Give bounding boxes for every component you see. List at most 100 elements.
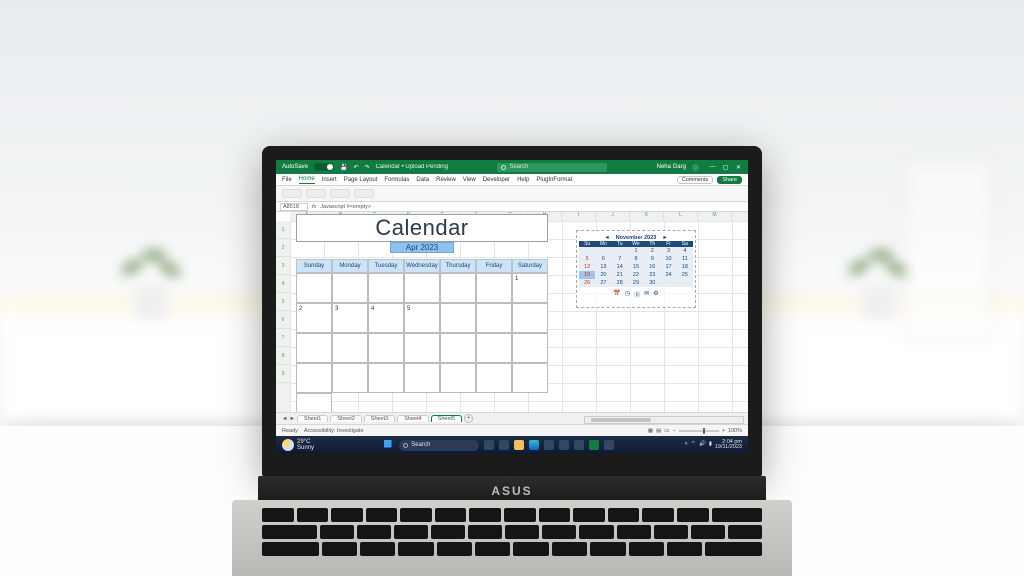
- date-picker-day[interactable]: 24: [660, 271, 676, 279]
- calendar-cell[interactable]: 4: [368, 303, 404, 333]
- sheet-tab[interactable]: Sheet4: [397, 415, 428, 422]
- zoom-level[interactable]: 100%: [728, 428, 742, 434]
- sheet-nav-prev[interactable]: ◄: [282, 416, 287, 422]
- column-header[interactable]: M: [698, 212, 732, 221]
- share-button[interactable]: Share: [717, 176, 742, 184]
- date-picker-day[interactable]: [677, 279, 693, 287]
- row-header[interactable]: 7: [276, 329, 290, 347]
- date-picker-day[interactable]: 12: [579, 263, 595, 271]
- date-picker-control-icon[interactable]: 📅: [613, 290, 620, 299]
- calendar-cell[interactable]: 3: [332, 303, 368, 333]
- view-normal-icon[interactable]: ▦: [648, 428, 653, 434]
- calendar-cell[interactable]: [440, 363, 476, 393]
- calendar-cell[interactable]: [476, 363, 512, 393]
- date-picker-day[interactable]: 13: [595, 263, 611, 271]
- sheet-tab[interactable]: Sheet1: [297, 415, 328, 422]
- date-picker-day[interactable]: 4: [677, 247, 693, 255]
- calendar-cell[interactable]: [368, 363, 404, 393]
- comments-button[interactable]: Comments: [677, 176, 714, 184]
- user-name[interactable]: Neha Garg: [657, 164, 686, 170]
- tab-page-layout[interactable]: Page Layout: [344, 177, 378, 183]
- row-header[interactable]: 5: [276, 293, 290, 311]
- date-picker-day[interactable]: 3: [660, 247, 676, 255]
- calendar-cell[interactable]: [404, 333, 440, 363]
- column-header[interactable]: L: [664, 212, 698, 221]
- tab-plugin[interactable]: PlugInFormat: [536, 177, 572, 183]
- calendar-cell[interactable]: [404, 273, 440, 303]
- sheet-tab[interactable]: Sheet5: [431, 415, 462, 422]
- date-picker-day[interactable]: 2: [644, 247, 660, 255]
- date-picker-day[interactable]: [660, 279, 676, 287]
- date-picker-day[interactable]: 22: [628, 271, 644, 279]
- formula-text[interactable]: Javascript #<empty>: [320, 204, 371, 210]
- minimize-button[interactable]: —: [709, 164, 716, 171]
- tab-help[interactable]: Help: [517, 177, 529, 183]
- zoom-slider[interactable]: [679, 430, 719, 432]
- tab-developer[interactable]: Developer: [483, 177, 510, 183]
- taskbar-app-icon[interactable]: [574, 440, 584, 450]
- undo-icon[interactable]: ↶: [354, 164, 359, 171]
- date-picker-day[interactable]: 17: [660, 263, 676, 271]
- date-picker-day[interactable]: 21: [612, 271, 628, 279]
- taskbar-app-icon[interactable]: [604, 440, 614, 450]
- tray-volume-icon[interactable]: 🔊: [699, 442, 706, 448]
- date-picker-day[interactable]: 20: [595, 271, 611, 279]
- tab-insert[interactable]: Insert: [322, 177, 337, 183]
- calendar-cell[interactable]: [512, 333, 548, 363]
- date-picker-day[interactable]: 10: [660, 255, 676, 263]
- tab-review[interactable]: Review: [436, 177, 456, 183]
- column-header[interactable]: I: [562, 212, 596, 221]
- row-header[interactable]: 1: [276, 221, 290, 239]
- tab-data[interactable]: Data: [416, 177, 429, 183]
- taskview-icon[interactable]: [484, 440, 494, 450]
- calendar-cell[interactable]: [440, 273, 476, 303]
- date-picker-day[interactable]: 29: [628, 279, 644, 287]
- date-picker-control-icon[interactable]: ✉: [644, 290, 649, 299]
- calendar-cell[interactable]: [368, 333, 404, 363]
- calendar-cell[interactable]: 1: [512, 273, 548, 303]
- date-picker-day[interactable]: 25: [677, 271, 693, 279]
- name-box[interactable]: A8518: [280, 203, 308, 211]
- date-picker-day[interactable]: 6: [595, 255, 611, 263]
- calendar-cell[interactable]: [476, 333, 512, 363]
- tab-home[interactable]: Home: [299, 176, 315, 184]
- date-picker-control-icon[interactable]: ◷: [625, 290, 630, 299]
- tray-battery-icon[interactable]: ▮: [709, 442, 712, 448]
- calendar-cell[interactable]: [512, 363, 548, 393]
- edge-icon[interactable]: [529, 440, 539, 450]
- ribbon-group[interactable]: [354, 189, 374, 198]
- date-picker-day[interactable]: 28: [612, 279, 628, 287]
- view-break-icon[interactable]: ▭: [664, 428, 669, 434]
- date-picker-day[interactable]: 11: [677, 255, 693, 263]
- user-avatar[interactable]: [692, 164, 699, 171]
- sheet-tab[interactable]: Sheet2: [330, 415, 361, 422]
- tray-wifi-icon[interactable]: ⌔: [691, 442, 696, 448]
- date-picker-day[interactable]: 26: [579, 279, 595, 287]
- sheet-tab[interactable]: Sheet3: [364, 415, 395, 422]
- redo-icon[interactable]: ↷: [365, 164, 370, 171]
- close-button[interactable]: ✕: [735, 164, 742, 171]
- calendar-cell[interactable]: [296, 333, 332, 363]
- date-picker-day[interactable]: 1: [628, 247, 644, 255]
- add-sheet-button[interactable]: +: [464, 414, 473, 423]
- horizontal-scrollbar[interactable]: [584, 416, 744, 424]
- taskbar-clock[interactable]: 2:04 pm 19/11/2023: [715, 440, 742, 451]
- date-picker-day[interactable]: 23: [644, 271, 660, 279]
- row-headers[interactable]: 123456789: [276, 221, 290, 436]
- calendar-cell[interactable]: [476, 303, 512, 333]
- save-icon[interactable]: 💾: [340, 164, 347, 171]
- start-button[interactable]: [384, 440, 394, 450]
- date-picker-day[interactable]: [579, 247, 595, 255]
- calendar-cell[interactable]: [404, 363, 440, 393]
- date-picker-day[interactable]: 5: [579, 255, 595, 263]
- row-header[interactable]: 4: [276, 275, 290, 293]
- calendar-cell[interactable]: [440, 333, 476, 363]
- date-picker-control-icon[interactable]: ⓪: [634, 290, 640, 299]
- tab-view[interactable]: View: [463, 177, 476, 183]
- date-picker[interactable]: ◄ November 2023 ► SuMoTuWeThFrSa 1234567…: [576, 230, 696, 308]
- calendar-cell[interactable]: [332, 363, 368, 393]
- store-icon[interactable]: [544, 440, 554, 450]
- titlebar-search[interactable]: Search: [497, 163, 607, 172]
- date-picker-day[interactable]: 15: [628, 263, 644, 271]
- row-header[interactable]: 8: [276, 347, 290, 365]
